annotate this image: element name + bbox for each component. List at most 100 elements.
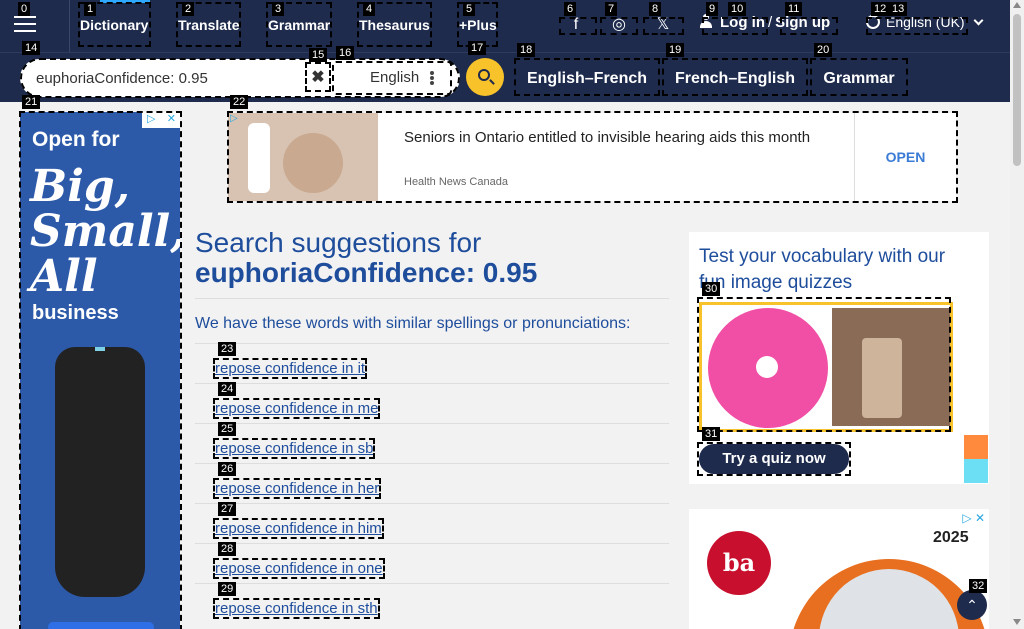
marker-label: 0: [18, 2, 31, 16]
marker-label: 28: [218, 542, 237, 556]
scroll-down-arrow-icon[interactable]: [1013, 619, 1021, 625]
quick-link-french-english[interactable]: French–English: [662, 58, 808, 96]
hamburger-icon: [14, 16, 36, 34]
ad-cta-bar[interactable]: [48, 622, 154, 629]
ad-choices-icon[interactable]: ▷: [230, 113, 238, 124]
list-item: repose confidence in her: [195, 463, 669, 503]
marker-label: 32: [969, 579, 988, 593]
marker-label: 2: [182, 2, 195, 16]
suggestion-link[interactable]: repose confidence in one: [213, 558, 385, 579]
scroll-up-arrow-icon[interactable]: [1013, 2, 1021, 8]
list-item: repose confidence in it: [195, 343, 669, 383]
tent-image: [789, 559, 989, 629]
search-box: ✖ English: [20, 59, 460, 97]
signup-link[interactable]: Sign up: [775, 14, 830, 31]
ad-open-button[interactable]: OPEN: [854, 113, 956, 201]
ad-slogan: Big, Small, All: [30, 161, 180, 302]
marker-label: 15: [309, 48, 328, 62]
marker-label: 4: [363, 2, 376, 16]
ad-subline: business: [32, 302, 119, 324]
marker-label: 29: [218, 582, 237, 596]
quiz-image[interactable]: [699, 302, 953, 432]
suggestion-link[interactable]: repose confidence in me: [212, 398, 381, 419]
auth-links: Log in / Sign up: [700, 14, 830, 31]
suggestion-link[interactable]: repose confidence in him: [213, 518, 384, 539]
suggestion-link[interactable]: repose confidence in sb: [212, 438, 376, 459]
marker-label: 11: [785, 2, 803, 16]
feedback-tab[interactable]: [964, 435, 988, 459]
quiz-title: Test your vocabulary with our fun image …: [699, 246, 946, 293]
marker-label: 7: [605, 2, 618, 16]
list-item: repose confidence in sb: [195, 423, 669, 463]
marker-label: 24: [218, 382, 237, 396]
try-quiz-button[interactable]: Try a quiz now: [699, 444, 849, 474]
main-content: Search suggestions for euphoriaConfidenc…: [195, 228, 669, 623]
ad-title[interactable]: Seniors in Ontario entitled to invisible…: [404, 127, 824, 149]
scrollbar[interactable]: [1010, 0, 1024, 629]
clear-icon[interactable]: ✖: [306, 66, 330, 90]
search-input[interactable]: [36, 66, 306, 90]
marker-label: 20: [814, 43, 833, 57]
marker-label: 17: [468, 41, 487, 55]
language-label: English (UK): [886, 14, 965, 30]
brand-logo: ba: [707, 531, 771, 595]
list-item: repose confidence in sth: [195, 583, 669, 623]
page: Dictionary Translate Grammar Thesaurus +…: [0, 0, 1024, 629]
language-selector[interactable]: English (UK): [866, 14, 984, 30]
chevron-down-icon: [973, 15, 984, 26]
ad-choices-icon[interactable]: [142, 112, 180, 128]
milkshake-image: [832, 308, 950, 426]
marker-label: 6: [564, 2, 577, 16]
suggestion-link[interactable]: repose confidence in sth: [213, 598, 380, 619]
auth-separator: /: [768, 14, 773, 31]
marker-label: 23: [218, 342, 237, 356]
quiz-card: Test your vocabulary with our fun image …: [689, 232, 989, 484]
search-button[interactable]: [466, 58, 504, 96]
dictionary-label: English: [370, 69, 420, 86]
marker-label: 31: [702, 427, 721, 441]
ad-image: [228, 113, 378, 201]
page-title: Search suggestions for: [195, 227, 482, 258]
suggestion-link[interactable]: repose confidence in it: [212, 358, 368, 379]
quick-link-grammar[interactable]: Grammar: [810, 58, 908, 96]
marker-label: 8: [649, 2, 662, 16]
marker-label: 18: [517, 43, 536, 57]
ad-year: 2025: [933, 529, 969, 546]
banner-ad[interactable]: ▷ Seniors in Ontario entitled to invisib…: [228, 113, 956, 201]
x-icon[interactable]: 𝕏: [645, 14, 681, 36]
scroll-to-top-button[interactable]: ⌃: [957, 590, 987, 620]
ad-choices-icon[interactable]: ▷ ✕: [962, 511, 985, 525]
marker-label: 10: [728, 2, 747, 16]
ad-headline: Open for: [32, 128, 120, 151]
facebook-icon[interactable]: f: [558, 14, 594, 36]
feedback-tab-secondary[interactable]: [964, 459, 988, 483]
scroll-thumb[interactable]: [1013, 14, 1021, 166]
login-link[interactable]: Log in: [720, 14, 765, 31]
kebab-icon: [430, 71, 434, 85]
marker-label: 12: [871, 2, 890, 16]
marker-label: 3: [272, 2, 285, 16]
marker-label: 21: [22, 95, 41, 109]
marker-label: 26: [218, 462, 237, 476]
marker-label: 30: [702, 282, 721, 296]
marker-label: 14: [22, 41, 41, 55]
list-item: repose confidence in one: [195, 543, 669, 583]
donut-image: [708, 308, 828, 428]
left-ad[interactable]: Open for Big, Small, All business: [20, 112, 180, 629]
marker-label: 25: [218, 422, 237, 436]
speaker-image: [55, 347, 145, 597]
marker-label: 5: [463, 2, 476, 16]
marker-label: 1: [84, 2, 97, 16]
suggestions-intro: We have these words with similar spellin…: [195, 315, 631, 332]
marker-label: 9: [706, 2, 719, 16]
search-term: euphoriaConfidence: 0.95: [195, 257, 538, 288]
tent-ad[interactable]: ba 2025 ▷ ✕: [689, 509, 989, 629]
instagram-icon[interactable]: ◎: [601, 14, 637, 36]
search-icon: [478, 69, 490, 81]
marker-label: 13: [889, 2, 908, 16]
suggestion-link[interactable]: repose confidence in her: [212, 478, 382, 499]
dictionary-dropdown[interactable]: English: [332, 61, 452, 95]
user-icon: [700, 14, 712, 28]
divider: [195, 298, 669, 299]
quick-link-english-french[interactable]: English–French: [514, 58, 660, 96]
